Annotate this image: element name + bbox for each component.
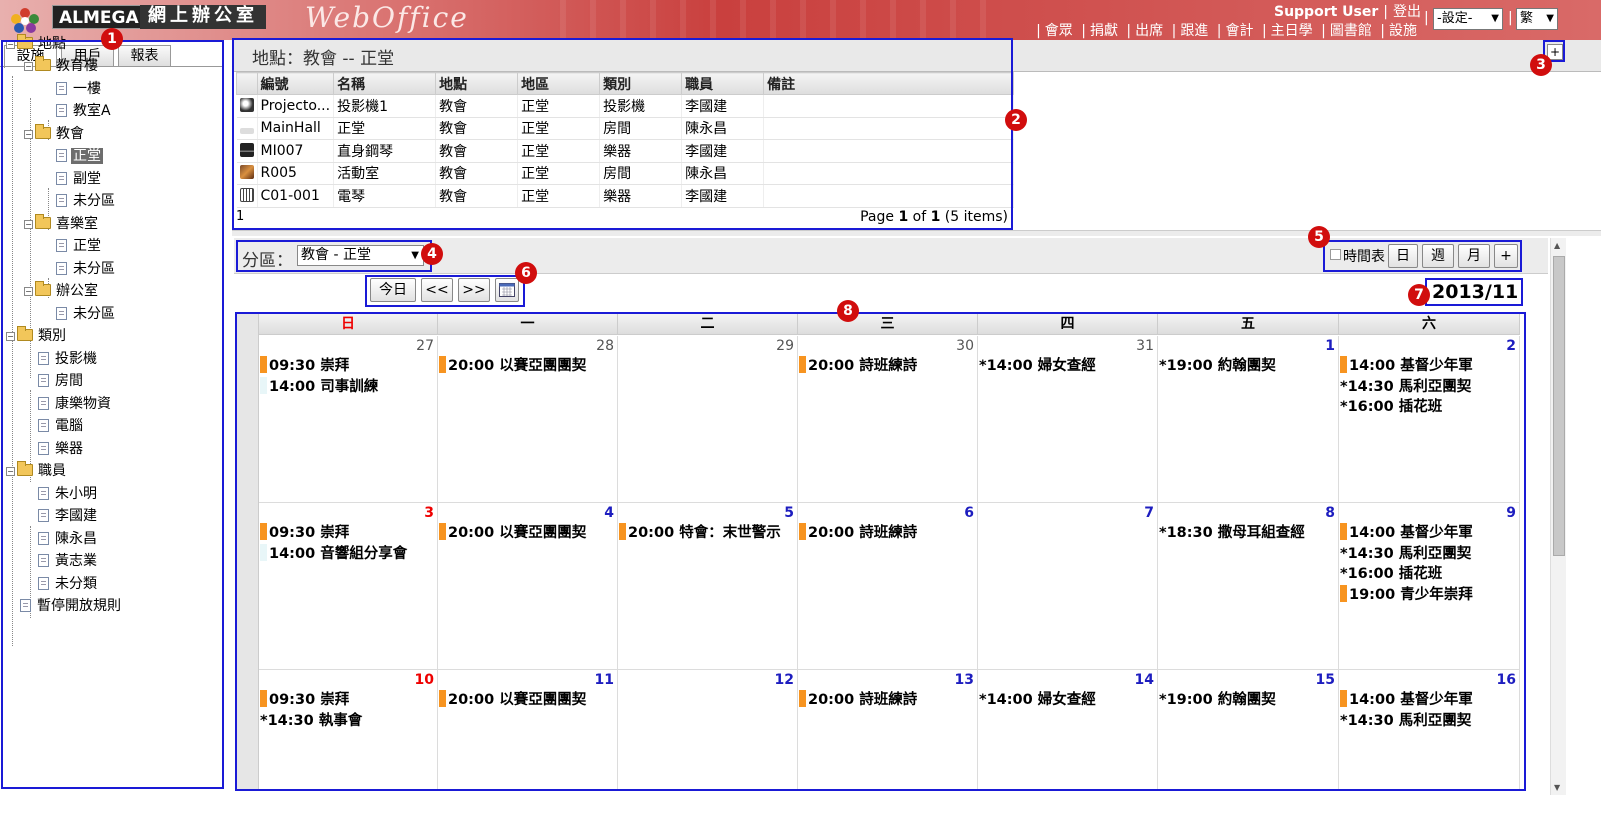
annotation-box-8 bbox=[235, 312, 1526, 791]
brand-name: ALMEGA bbox=[52, 5, 146, 29]
annotation-box-1 bbox=[1, 40, 224, 789]
nav-library[interactable]: 圖書館 bbox=[1330, 23, 1372, 39]
user-bar: Support User | 登出 bbox=[1273, 4, 1421, 20]
annotation-box-2 bbox=[232, 38, 1013, 230]
annotation-badge-2: 2 bbox=[1005, 109, 1027, 131]
module-nav: | 會眾 | 捐獻 | 出席 | 跟進 | 會計 | 主日學 | 圖書館 | 設施 bbox=[1036, 23, 1417, 39]
annotation-box-7 bbox=[1425, 278, 1523, 306]
header-decoration bbox=[560, 0, 1000, 40]
nav-sunday-school[interactable]: 主日學 bbox=[1271, 23, 1313, 39]
logout-link[interactable]: 登出 bbox=[1393, 4, 1421, 20]
nav-attendance[interactable]: 出席 bbox=[1135, 23, 1163, 39]
annotation-badge-7: 7 bbox=[1408, 284, 1430, 306]
nav-facilities[interactable]: 設施 bbox=[1389, 23, 1417, 39]
almega-logo-icon bbox=[11, 8, 39, 33]
nav-donation[interactable]: 捐獻 bbox=[1090, 23, 1118, 39]
scroll-up-icon[interactable]: ▲ bbox=[1554, 241, 1560, 250]
chevron-down-icon: ▼ bbox=[1491, 13, 1499, 24]
annotation-badge-5: 5 bbox=[1308, 226, 1330, 248]
chevron-down-icon: ▼ bbox=[1546, 13, 1554, 24]
settings-select[interactable]: -設定- ▼ bbox=[1433, 8, 1503, 30]
nav-followup[interactable]: 跟進 bbox=[1180, 23, 1208, 39]
user-name[interactable]: Support User bbox=[1274, 4, 1378, 20]
language-select[interactable]: 繁 ▼ bbox=[1516, 8, 1558, 30]
nav-congregation[interactable]: 會眾 bbox=[1045, 23, 1073, 39]
annotation-badge-1: 1 bbox=[101, 28, 123, 50]
product-name: WebOffice bbox=[305, 1, 469, 34]
annotation-badge-4: 4 bbox=[421, 243, 443, 265]
panel-splitter[interactable] bbox=[232, 230, 1601, 236]
annotation-box-4 bbox=[236, 240, 432, 272]
annotation-badge-6: 6 bbox=[515, 262, 537, 284]
nav-accounting[interactable]: 會計 bbox=[1225, 23, 1253, 39]
annotation-badge-8: 8 bbox=[837, 300, 859, 322]
annotation-box-5 bbox=[1323, 240, 1522, 272]
scroll-down-icon[interactable]: ▼ bbox=[1554, 783, 1560, 792]
app-header: ALMEGA 網上辦公室 WebOffice Support User | 登出 |… bbox=[0, 0, 1601, 40]
annotation-badge-3: 3 bbox=[1530, 54, 1552, 76]
annotation-box-6 bbox=[365, 275, 525, 307]
brand-chinese-name: 網上辦公室 bbox=[140, 5, 266, 29]
scrollbar-thumb[interactable] bbox=[1553, 256, 1565, 556]
vertical-scrollbar[interactable]: ▲ ▼ bbox=[1550, 238, 1566, 795]
